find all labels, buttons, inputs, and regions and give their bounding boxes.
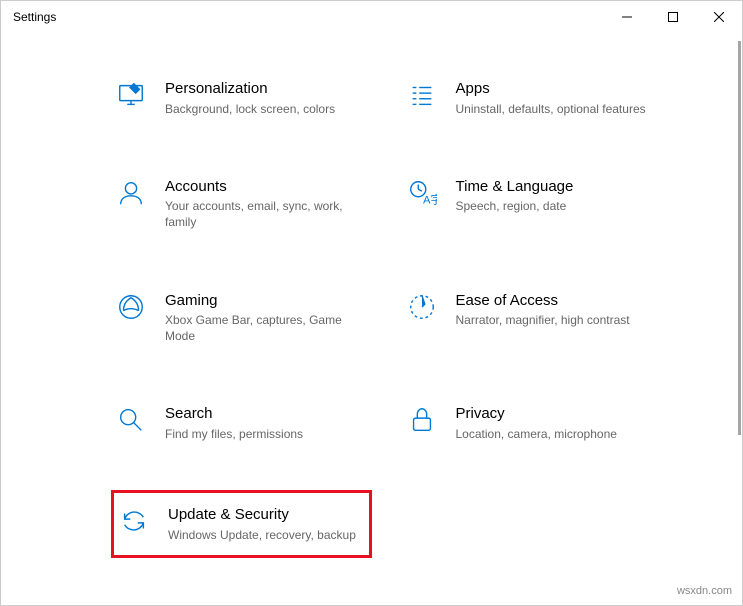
item-accounts[interactable]: Accounts Your accounts, email, sync, wor…: [111, 171, 372, 237]
titlebar: Settings: [1, 1, 742, 33]
item-desc: Windows Update, recovery, backup: [168, 527, 365, 543]
search-icon: [115, 404, 147, 436]
item-label: Gaming: [165, 291, 368, 311]
update-security-icon: [118, 505, 150, 537]
item-desc: Background, lock screen, colors: [165, 101, 368, 117]
item-desc: Xbox Game Bar, captures, Game Mode: [165, 312, 368, 344]
watermark: wsxdn.com: [677, 585, 732, 597]
item-desc: Narrator, magnifier, high contrast: [456, 312, 659, 328]
item-personalization[interactable]: Personalization Background, lock screen,…: [111, 73, 372, 123]
scrollbar[interactable]: [736, 41, 741, 604]
settings-content: Personalization Background, lock screen,…: [1, 33, 742, 605]
item-gaming[interactable]: Gaming Xbox Game Bar, captures, Game Mod…: [111, 285, 372, 351]
accounts-icon: [115, 177, 147, 209]
close-button[interactable]: [696, 1, 742, 33]
item-privacy[interactable]: Privacy Location, camera, microphone: [402, 398, 663, 448]
item-desc: Speech, region, date: [456, 198, 659, 214]
maximize-button[interactable]: [650, 1, 696, 33]
item-label: Accounts: [165, 177, 368, 197]
item-desc: Location, camera, microphone: [456, 426, 659, 442]
item-search[interactable]: Search Find my files, permissions: [111, 398, 372, 448]
item-apps[interactable]: Apps Uninstall, defaults, optional featu…: [402, 73, 663, 123]
item-label: Time & Language: [456, 177, 659, 197]
item-desc: Uninstall, defaults, optional features: [456, 101, 659, 117]
minimize-button[interactable]: [604, 1, 650, 33]
item-label: Apps: [456, 79, 659, 99]
item-label: Search: [165, 404, 368, 424]
ease-of-access-icon: [406, 291, 438, 323]
gaming-icon: [115, 291, 147, 323]
item-update-security[interactable]: Update & Security Windows Update, recove…: [111, 490, 372, 558]
personalization-icon: [115, 79, 147, 111]
item-label: Privacy: [456, 404, 659, 424]
item-desc: Find my files, permissions: [165, 426, 368, 442]
window-controls: [604, 1, 742, 33]
item-time-language[interactable]: A字 Time & Language Speech, region, date: [402, 171, 663, 237]
item-label: Update & Security: [168, 505, 365, 525]
item-label: Ease of Access: [456, 291, 659, 311]
svg-text:A字: A字: [422, 192, 436, 206]
settings-grid: Personalization Background, lock screen,…: [111, 73, 662, 558]
time-language-icon: A字: [406, 177, 438, 209]
item-ease-of-access[interactable]: Ease of Access Narrator, magnifier, high…: [402, 285, 663, 351]
item-desc: Your accounts, email, sync, work, family: [165, 198, 368, 230]
item-label: Personalization: [165, 79, 368, 99]
scrollbar-thumb[interactable]: [738, 41, 741, 435]
apps-icon: [406, 79, 438, 111]
window-title: Settings: [13, 10, 56, 24]
privacy-icon: [406, 404, 438, 436]
